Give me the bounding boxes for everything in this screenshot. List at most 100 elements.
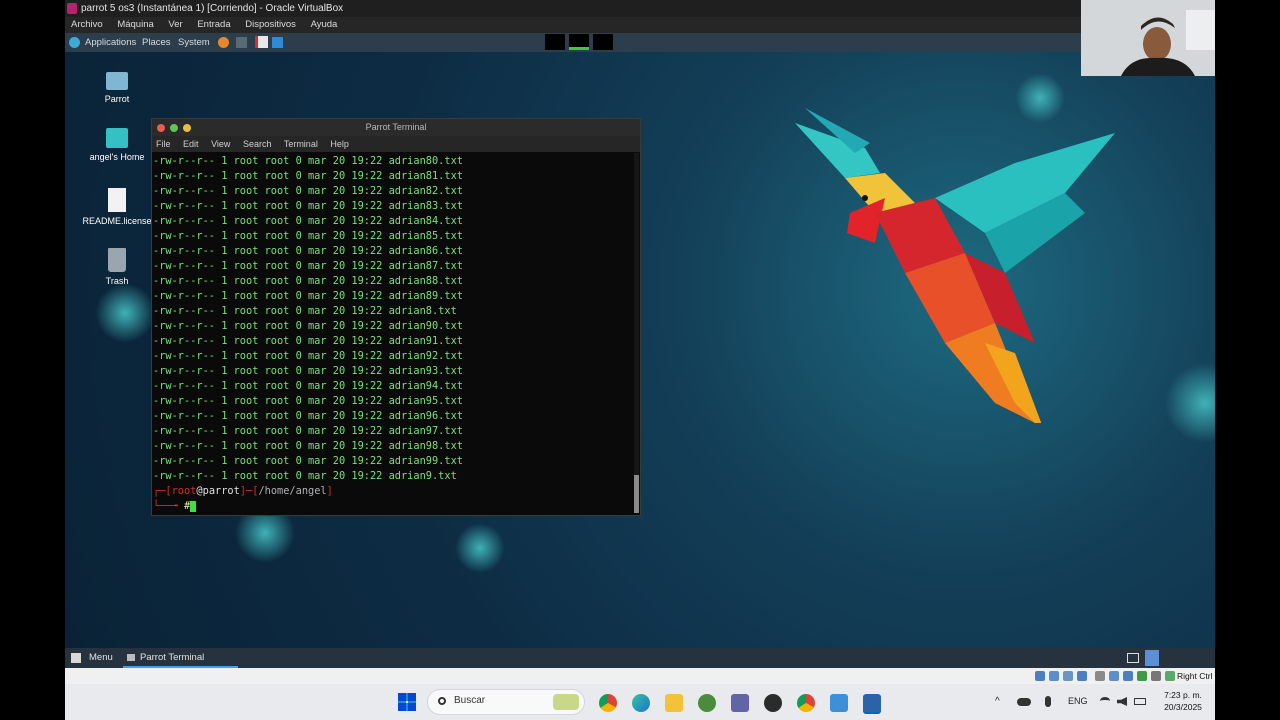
terminal-menu-search[interactable]: Search <box>243 139 272 149</box>
terminal-output[interactable]: -rw-r--r-- 1 root root 0 mar 20 19:22 ad… <box>152 152 640 514</box>
desktop-icon-parrot[interactable]: Parrot <box>82 68 152 104</box>
computer-icon <box>106 72 128 90</box>
audio-icon[interactable] <box>1063 671 1073 681</box>
workspace-2[interactable] <box>569 34 589 50</box>
grid-menu-icon[interactable] <box>71 653 81 663</box>
terminal-window[interactable]: Parrot Terminal File Edit View Search Te… <box>151 118 641 516</box>
file-explorer-icon[interactable] <box>665 694 683 712</box>
clock-time: 7:23 p. m. <box>1164 690 1202 700</box>
maximize-icon[interactable] <box>170 124 178 132</box>
search-placeholder: Buscar <box>454 695 486 706</box>
terminal-menu-view[interactable]: View <box>211 139 230 149</box>
network-icon[interactable] <box>1077 671 1087 681</box>
wallpaper-glow <box>1165 363 1215 443</box>
vbox-menu-entrada[interactable]: Entrada <box>197 19 230 30</box>
onedrive-icon[interactable] <box>1017 698 1031 706</box>
taskbar-terminal-button[interactable]: Parrot Terminal <box>123 648 238 668</box>
desktop-icon-home[interactable]: angel's Home <box>82 128 152 162</box>
optical-drive-icon[interactable] <box>1049 671 1059 681</box>
display-icon[interactable] <box>1123 671 1133 681</box>
language-indicator[interactable]: ENG <box>1068 696 1088 706</box>
output-line: -rw-r--r-- 1 root root 0 mar 20 19:22 ad… <box>153 155 463 167</box>
chrome-icon[interactable] <box>599 694 617 712</box>
prompt-line: ┌─[root@parrot]─[/home/angel] <box>153 485 333 497</box>
clock[interactable]: 7:23 p. m. 20/3/2025 <box>1155 689 1211 713</box>
notepad-icon[interactable] <box>830 694 848 712</box>
windows-start-icon[interactable] <box>398 693 416 711</box>
output-line: -rw-r--r-- 1 root root 0 mar 20 19:22 ad… <box>153 275 463 287</box>
output-line: -rw-r--r-- 1 root root 0 mar 20 19:22 ad… <box>153 440 463 452</box>
recording-icon[interactable] <box>1137 671 1147 681</box>
workspace-1[interactable] <box>545 34 565 50</box>
editor-launcher-icon[interactable] <box>255 36 268 48</box>
terminal-menu-file[interactable]: File <box>156 139 171 149</box>
minimize-icon[interactable] <box>183 124 191 132</box>
windows-search-box[interactable]: Buscar <box>427 689 585 715</box>
virtualbox-taskbar-icon[interactable] <box>863 694 881 714</box>
terminal-scrollbar[interactable] <box>634 153 639 513</box>
guest-menu-button[interactable]: Menu <box>89 648 113 668</box>
obs-icon[interactable] <box>764 694 782 712</box>
vbox-menu-ayuda[interactable]: Ayuda <box>311 19 338 30</box>
parrot-menu-icon[interactable] <box>69 37 80 48</box>
folder-home-icon <box>106 128 128 148</box>
desktop-icon-label: angel's Home <box>89 152 145 162</box>
virtualbox-status-bar: Right Ctrl <box>65 668 1215 684</box>
places-menu[interactable]: Places <box>142 33 171 52</box>
volume-icon[interactable] <box>1117 697 1127 706</box>
prompt-path: /home/angel <box>258 485 327 497</box>
battery-icon[interactable] <box>1134 698 1146 705</box>
terminal-menu-edit[interactable]: Edit <box>183 139 199 149</box>
wifi-icon[interactable] <box>1100 697 1110 705</box>
terminal-title-bar[interactable]: Parrot Terminal <box>152 119 640 136</box>
parrot-wallpaper-logo <box>795 108 1115 423</box>
search-icon <box>438 697 446 705</box>
usb-icon[interactable] <box>1095 671 1105 681</box>
close-icon[interactable] <box>157 124 165 132</box>
virtualbox-title-bar: parrot 5 os3 (Instantánea 1) [Corriendo]… <box>65 0 1215 17</box>
output-line: -rw-r--r-- 1 root root 0 mar 20 19:22 ad… <box>153 245 463 257</box>
teams-icon[interactable] <box>731 694 749 712</box>
show-desktop-icon[interactable] <box>1127 653 1139 663</box>
output-line: -rw-r--r-- 1 root root 0 mar 20 19:22 ad… <box>153 365 463 377</box>
output-line: -rw-r--r-- 1 root root 0 mar 20 19:22 ad… <box>153 470 457 482</box>
prompt-input-line[interactable]: └──╼ # <box>152 499 640 514</box>
xbox-icon[interactable] <box>698 694 716 712</box>
firefox-launcher-icon[interactable] <box>218 37 229 48</box>
harddisk-icon[interactable] <box>1035 671 1045 681</box>
shared-folders-icon[interactable] <box>1109 671 1119 681</box>
output-line: -rw-r--r-- 1 root root 0 mar 20 19:22 ad… <box>153 215 463 227</box>
vscode-launcher-icon[interactable] <box>272 37 283 48</box>
scrollbar-thumb[interactable] <box>634 475 639 513</box>
prompt-user: root <box>171 485 197 497</box>
output-line: -rw-r--r-- 1 root root 0 mar 20 19:22 ad… <box>153 455 463 467</box>
system-menu[interactable]: System <box>178 33 210 52</box>
virtualbox-window: parrot 5 os3 (Instantánea 1) [Corriendo]… <box>65 0 1215 720</box>
terminal-menu-help[interactable]: Help <box>330 139 349 149</box>
microphone-icon[interactable] <box>1045 696 1051 707</box>
guest-bottom-panel: Menu Parrot Terminal <box>65 648 1215 668</box>
chrome-profile-icon[interactable] <box>797 694 815 712</box>
desktop-icon-label: README.license <box>82 216 152 226</box>
edge-icon[interactable] <box>632 694 650 712</box>
applications-menu[interactable]: Applications <box>85 33 136 52</box>
workspace-indicator[interactable] <box>1145 650 1159 666</box>
desktop-icon-readme[interactable]: README.license <box>82 188 152 226</box>
virtualbox-app-icon <box>67 3 77 14</box>
vbox-menu-ver[interactable]: Ver <box>168 19 182 30</box>
clock-date: 20/3/2025 <box>1164 702 1202 712</box>
terminal-launcher-icon[interactable] <box>236 37 247 48</box>
chevron-up-icon[interactable]: ^ <box>995 696 1000 707</box>
terminal-menu-terminal[interactable]: Terminal <box>284 139 318 149</box>
vbox-menu-dispositivos[interactable]: Dispositivos <box>245 19 296 30</box>
output-line: -rw-r--r-- 1 root root 0 mar 20 19:22 ad… <box>153 230 463 242</box>
vbox-menu-archivo[interactable]: Archivo <box>71 19 103 30</box>
output-line: -rw-r--r-- 1 root root 0 mar 20 19:22 ad… <box>153 380 463 392</box>
cpu-icon[interactable] <box>1151 671 1161 681</box>
desktop-icon-trash[interactable]: Trash <box>82 248 152 286</box>
vbox-menu-maquina[interactable]: Máquina <box>117 19 153 30</box>
windows-taskbar: Buscar ^ ENG 7:23 p. m. 20/3/2025 <box>65 684 1215 720</box>
mouse-integration-icon[interactable] <box>1165 671 1175 681</box>
output-line: -rw-r--r-- 1 root root 0 mar 20 19:22 ad… <box>153 320 463 332</box>
workspace-3[interactable] <box>593 34 613 50</box>
